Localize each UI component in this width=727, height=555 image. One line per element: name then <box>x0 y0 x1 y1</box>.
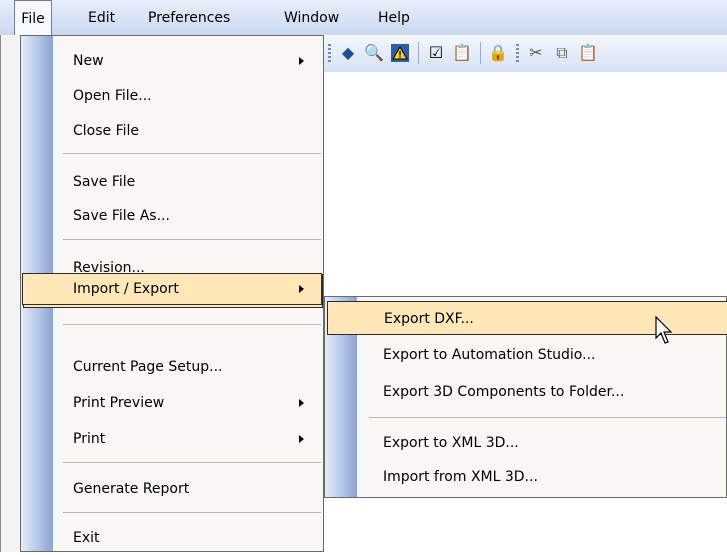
toolbar-grip[interactable] <box>516 44 519 64</box>
lock-icon[interactable]: 🔒 <box>488 43 508 63</box>
menu-item-open-file[interactable]: Open File... <box>23 79 323 113</box>
menu-separator <box>63 512 321 513</box>
menu-item-label: Print Preview <box>73 395 165 411</box>
menu-separator <box>63 153 321 154</box>
copy-icon[interactable]: ⧉ <box>552 43 572 63</box>
menu-item-import-from-xml-3d[interactable]: Import from XML 3D... <box>327 460 727 494</box>
menu-item-generate-report[interactable]: Generate Report <box>23 472 323 506</box>
toolbar-grip[interactable] <box>328 44 331 64</box>
menu-separator <box>63 239 321 240</box>
cut-icon[interactable]: ✂ <box>526 43 546 63</box>
menu-item-label: Close File <box>73 123 140 139</box>
menu-item-export-3d-components[interactable]: Export 3D Components to Folder... <box>327 375 727 409</box>
submenu-arrow-icon <box>299 399 304 407</box>
menu-item-label: Save File <box>73 174 136 190</box>
menu-item-new[interactable]: New <box>23 44 323 78</box>
menu-item-export-to-xml-3d[interactable]: Export to XML 3D... <box>327 426 727 460</box>
mouse-cursor-icon <box>655 316 673 344</box>
menu-item-import-export-highlight[interactable]: Import / Export <box>22 273 322 305</box>
menu-item-label: Save File As... <box>73 208 170 224</box>
warning-icon[interactable] <box>390 43 410 63</box>
menu-separator <box>63 324 321 325</box>
menu-edit[interactable]: Edit <box>88 0 115 35</box>
menu-item-print[interactable]: Print <box>23 422 323 456</box>
menu-item-exit[interactable]: Exit <box>23 521 323 555</box>
paste-icon[interactable]: 📋 <box>578 43 598 63</box>
menu-item-current-page-setup[interactable]: Current Page Setup... <box>23 350 323 384</box>
clipboard-icon[interactable]: 📋 <box>452 43 472 63</box>
menu-item-label: Export to XML 3D... <box>383 435 519 451</box>
window-left-edge <box>0 35 20 552</box>
submenu-arrow-icon <box>299 285 304 293</box>
menu-separator <box>63 462 321 463</box>
submenu-arrow-icon <box>299 435 304 443</box>
toolbar-separator <box>480 42 481 64</box>
workspace-area <box>324 498 727 552</box>
toolbar: ◆ 🔍 ☑ 📋 🔒 ✂ ⧉ 📋 <box>324 36 727 72</box>
menu-item-label: Export DXF... <box>384 311 474 327</box>
menu-window[interactable]: Window <box>284 0 339 35</box>
menu-item-label: Export to Automation Studio... <box>383 347 596 363</box>
menu-item-label: Import / Export <box>73 281 179 297</box>
checklist-icon[interactable]: ☑ <box>426 43 446 63</box>
menu-item-label: Open File... <box>73 88 152 104</box>
menu-item-label: New <box>73 53 104 69</box>
menu-item-save-file-as[interactable]: Save File As... <box>23 199 323 233</box>
toolbar-separator <box>418 42 419 64</box>
menu-item-label: Import from XML 3D... <box>383 469 538 485</box>
menu-item-label: Print <box>73 431 106 447</box>
menu-separator <box>369 417 726 418</box>
diamond-icon[interactable]: ◆ <box>338 43 358 63</box>
menu-file[interactable]: File <box>14 0 52 35</box>
menu-help[interactable]: Help <box>378 0 410 35</box>
menu-item-label: Current Page Setup... <box>73 359 223 375</box>
menu-item-label: Export 3D Components to Folder... <box>383 384 625 400</box>
zoom-icon[interactable]: 🔍 <box>364 43 384 63</box>
menu-item-print-preview[interactable]: Print Preview <box>23 386 323 420</box>
menu-item-close-file[interactable]: Close File <box>23 114 323 148</box>
menu-item-label: Exit <box>73 530 100 546</box>
menu-preferences[interactable]: Preferences <box>148 0 230 35</box>
submenu-arrow-icon <box>299 57 304 65</box>
menu-item-save-file[interactable]: Save File <box>23 165 323 199</box>
menu-bar: File Edit Preferences Window Help <box>0 0 727 35</box>
menu-item-label: Generate Report <box>73 481 190 497</box>
